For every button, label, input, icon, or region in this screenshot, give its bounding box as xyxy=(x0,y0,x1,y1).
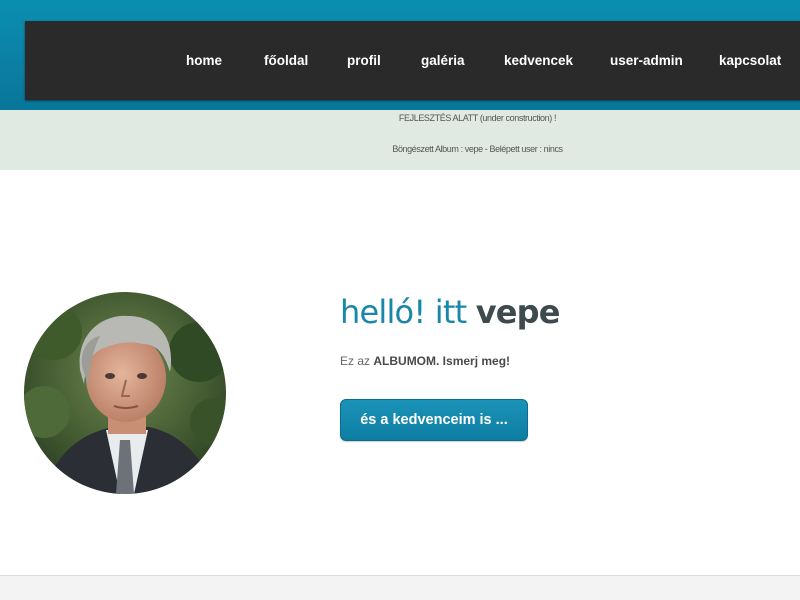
hero-subtitle-bold: ALBUMOM. Ismerj meg! xyxy=(373,354,511,368)
nav-item-home[interactable]: home xyxy=(186,53,222,68)
hero-name: vepe xyxy=(475,293,561,331)
hero-title: helló! itt vepe xyxy=(340,293,560,331)
page: home főoldal profil galéria kedvencek us… xyxy=(0,0,800,600)
info-bar: FEJLESZTÉS ALATT (under construction) ! … xyxy=(0,110,800,170)
construction-notice: FEJLESZTÉS ALATT (under construction) ! xyxy=(398,113,557,123)
main-navbar xyxy=(25,21,800,100)
nav-item-user-admin[interactable]: user-admin xyxy=(610,53,683,68)
nav-item-kapcsolat[interactable]: kapcsolat xyxy=(719,53,781,68)
nav-item-kedvencek[interactable]: kedvencek xyxy=(504,53,573,68)
nav-item-galeria[interactable]: galéria xyxy=(421,53,465,68)
nav-item-fooldal[interactable]: főoldal xyxy=(264,53,308,68)
hero-subtitle: Ez az ALBUMOM. Ismerj meg! xyxy=(340,354,510,368)
hero-greeting: helló! itt xyxy=(340,293,476,331)
nav-item-profil[interactable]: profil xyxy=(347,53,381,68)
favorites-button[interactable]: és a kedvenceim is ... xyxy=(340,399,528,441)
hero-subtitle-prefix: Ez az xyxy=(340,354,374,368)
footer-band xyxy=(0,575,800,600)
profile-avatar xyxy=(24,292,226,494)
album-status: Böngészett Album : vepe - Belépett user … xyxy=(392,144,563,154)
